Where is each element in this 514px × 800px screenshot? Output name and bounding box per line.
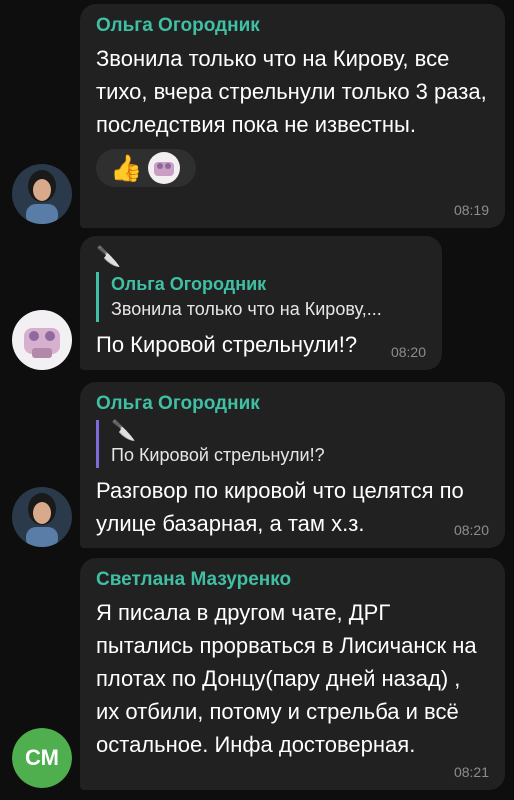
avatar[interactable]: СМ (12, 728, 72, 788)
message-time: 08:19 (453, 202, 489, 218)
sender-name[interactable]: Светлана Мазуренко (96, 568, 489, 592)
reply-text: Звонила только что на Кирову,... (111, 299, 382, 319)
reply-sender-name: Ольга Огородник (111, 274, 267, 294)
avatar[interactable] (12, 487, 72, 547)
message-text: Звонила только что на Кирову, все тихо, … (96, 46, 487, 137)
message-text: Разговор по кировой что целятся по улице… (96, 478, 464, 536)
message-text: По Кировой стрельнули!? (96, 332, 358, 357)
message-bubble[interactable]: 🔪 Ольга Огородник Звонила только что на … (80, 236, 442, 370)
reply-quote[interactable]: Ольга Огородник Звонила только что на Ки… (96, 272, 426, 322)
avatar[interactable] (12, 310, 72, 370)
sender-name[interactable]: Ольга Огородник (96, 392, 489, 416)
message-bubble[interactable]: Светлана Мазуренко Я писала в другом чат… (80, 558, 505, 790)
avatar[interactable] (12, 164, 72, 224)
knife-icon: 🔪 (111, 420, 136, 442)
knife-icon: 🔪 (96, 246, 121, 268)
sender-name[interactable]: Ольга Огородник (96, 14, 489, 38)
chat-view: Ольга Огородник Звонила только что на Ки… (0, 0, 514, 800)
reply-quote[interactable]: 🔪 По Кировой стрельнули!? (96, 420, 489, 468)
reply-text: По Кировой стрельнули!? (111, 445, 325, 465)
reactions-bar[interactable]: 👍 (96, 149, 196, 187)
message-time: 08:20 (453, 522, 489, 538)
message-time: 08:20 (390, 344, 426, 360)
message-text: Я писала в другом чате, ДРГ пытались про… (96, 600, 477, 757)
message-time: 08:21 (453, 764, 489, 780)
avatar-initials: СМ (12, 728, 72, 788)
message-bubble[interactable]: Ольга Огородник Звонила только что на Ки… (80, 4, 505, 228)
message-bubble[interactable]: Ольга Огородник 🔪 По Кировой стрельнули!… (80, 382, 505, 548)
thumbs-up-icon[interactable]: 👍 (110, 154, 142, 182)
reaction-avatar (148, 152, 180, 184)
